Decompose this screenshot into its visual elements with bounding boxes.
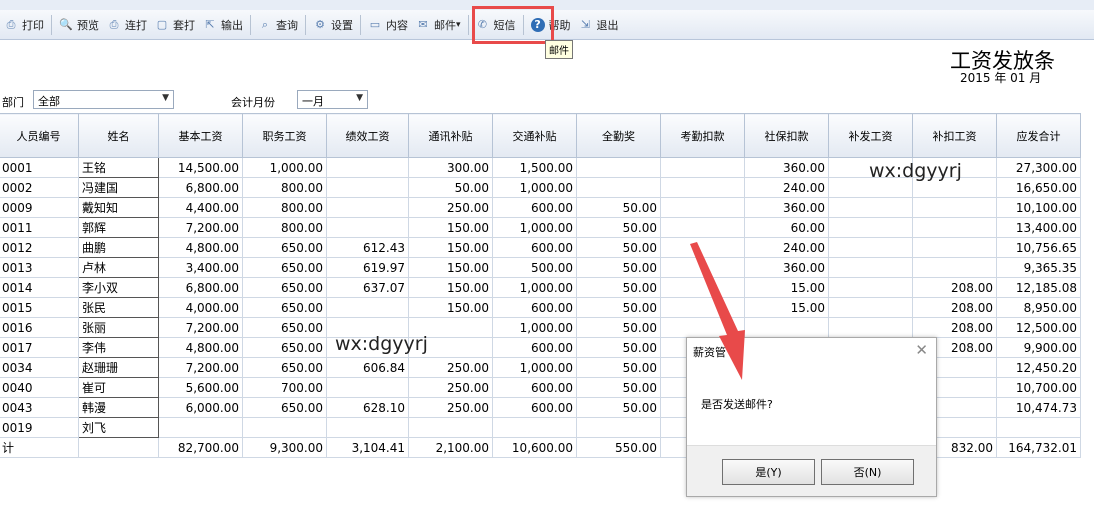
annotation-arrow-shape	[690, 242, 745, 380]
annotation-arrow	[690, 242, 745, 380]
